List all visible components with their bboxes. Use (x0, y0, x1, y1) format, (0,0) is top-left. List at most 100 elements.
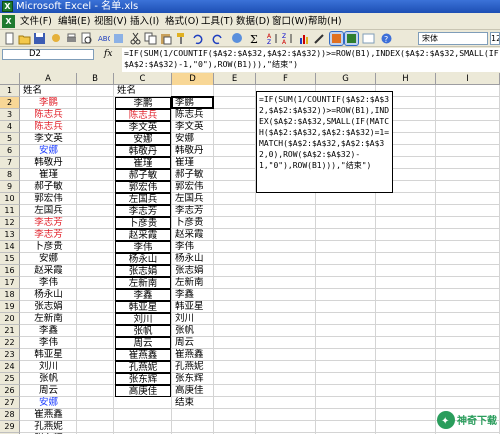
row-header-29[interactable]: 29 (0, 421, 20, 433)
row-header-2[interactable]: 2 (0, 97, 20, 109)
menu-window[interactable]: 窗口(W) (272, 15, 308, 28)
save-icon[interactable] (33, 32, 46, 45)
cell-d9[interactable]: 郭宏伟 (173, 181, 213, 193)
name-box[interactable]: D2 (2, 49, 94, 60)
redo-icon[interactable] (211, 32, 224, 45)
cell-c14[interactable]: 李伟 (115, 241, 171, 253)
cell-c24[interactable]: 孔燕妮 (115, 361, 171, 373)
cell-c5[interactable]: 安娜 (115, 133, 171, 145)
cell-c23[interactable]: 崔燕鑫 (115, 349, 171, 361)
row-header-21[interactable]: 21 (0, 325, 20, 337)
header-cell-c1[interactable]: 姓名 (115, 85, 171, 97)
cell-c3[interactable]: 陈志兵 (115, 109, 171, 121)
cell-d6[interactable]: 韩敬丹 (173, 145, 213, 157)
cell-a2[interactable]: 李鹏 (21, 97, 76, 109)
print-preview-icon[interactable] (80, 32, 93, 45)
row-header-6[interactable]: 6 (0, 145, 20, 157)
cell-c18[interactable]: 李鑫 (115, 289, 171, 301)
row-header-10[interactable]: 10 (0, 193, 20, 205)
cell-d8[interactable]: 郝子敏 (173, 169, 213, 181)
cell-a14[interactable]: 卜彦贵 (21, 241, 76, 253)
cell-c19[interactable]: 韩亚星 (115, 301, 171, 313)
menu-file[interactable]: 文件(F) (20, 15, 52, 28)
cell-d21[interactable]: 张帆 (173, 325, 213, 337)
row-header-24[interactable]: 24 (0, 361, 20, 373)
cell-d11[interactable]: 李志芳 (173, 205, 213, 217)
row-header-22[interactable]: 22 (0, 337, 20, 349)
cell-a25[interactable]: 张帆 (21, 373, 76, 385)
column-header-i[interactable]: I (436, 73, 500, 85)
cell-a21[interactable]: 李鑫 (21, 325, 76, 337)
cell-c10[interactable]: 左国兵 (115, 193, 171, 205)
menu-insert[interactable]: 插入(I) (130, 15, 159, 28)
row-header-19[interactable]: 19 (0, 301, 20, 313)
paste-icon[interactable] (159, 32, 172, 45)
sort-ascending-icon[interactable]: AZ (266, 32, 279, 45)
cell-d26[interactable]: 高庚佳 (173, 385, 213, 397)
cell-a11[interactable]: 左国兵 (21, 205, 76, 217)
cell-c2[interactable]: 李鹏 (115, 97, 171, 109)
cell-a4[interactable]: 陈志兵 (21, 121, 76, 133)
font-name-select[interactable]: 宋体 (418, 32, 488, 45)
header-cell-a1[interactable]: 姓名 (21, 85, 76, 97)
cell-c16[interactable]: 张志娟 (115, 265, 171, 277)
row-header-7[interactable]: 7 (0, 157, 20, 169)
cell-c22[interactable]: 周云 (115, 337, 171, 349)
cell-d20[interactable]: 刘川 (173, 313, 213, 325)
menu-view[interactable]: 视图(V) (94, 15, 127, 28)
row-header-26[interactable]: 26 (0, 385, 20, 397)
print-icon[interactable] (65, 32, 78, 45)
cell-d7[interactable]: 崔瑾 (173, 157, 213, 169)
row-header-18[interactable]: 18 (0, 289, 20, 301)
cell-a19[interactable]: 张志娟 (21, 301, 76, 313)
zoom-icon[interactable] (362, 32, 375, 45)
cell-c4[interactable]: 李文英 (115, 121, 171, 133)
cell-a6[interactable]: 安娜 (21, 145, 76, 157)
insert-function-icon[interactable]: fx (104, 49, 112, 59)
formula-text-box[interactable]: =IF(SUM(1/COUNTIF($A$2:$A$32,$A$2:$A$32)… (256, 91, 393, 193)
cell-a20[interactable]: 左新南 (21, 313, 76, 325)
cell-a12[interactable]: 李志芳 (21, 217, 76, 229)
row-header-11[interactable]: 11 (0, 205, 20, 217)
row-header-23[interactable]: 23 (0, 349, 20, 361)
undo-icon[interactable] (191, 32, 204, 45)
sort-descending-icon[interactable]: ZA (281, 32, 294, 45)
cell-d22[interactable]: 周云 (173, 337, 213, 349)
cell-c11[interactable]: 李志芳 (115, 205, 171, 217)
open-icon[interactable] (18, 32, 31, 45)
cell-c25[interactable]: 张东辉 (115, 373, 171, 385)
research-icon[interactable] (112, 32, 125, 45)
column-header-a[interactable]: A (20, 73, 77, 85)
row-header-13[interactable]: 13 (0, 229, 20, 241)
menu-format[interactable]: 格式(O) (165, 15, 199, 28)
cell-a27[interactable]: 安娜 (21, 397, 76, 409)
cell-d10[interactable]: 左国兵 (173, 193, 213, 205)
cell-c7[interactable]: 崔瑾 (115, 157, 171, 169)
chart-wizard-icon[interactable] (298, 32, 311, 45)
worksheet-grid[interactable]: ABCDEFGHI 1 2 3 4 5 6 7 8 9 10 11 12 13 14 15 16 17 18 19 2… (0, 73, 500, 434)
cell-d24[interactable]: 孔燕妮 (173, 361, 213, 373)
cell-d3[interactable]: 陈志兵 (173, 109, 213, 121)
row-header-5[interactable]: 5 (0, 133, 20, 145)
cell-a23[interactable]: 韩亚星 (21, 349, 76, 361)
cell-d13[interactable]: 赵采霞 (173, 229, 213, 241)
cell-d27[interactable]: 结束 (173, 397, 213, 409)
cell-c8[interactable]: 郝子敏 (115, 169, 171, 181)
row-header-14[interactable]: 14 (0, 241, 20, 253)
row-header-28[interactable]: 28 (0, 409, 20, 421)
cell-a22[interactable]: 李伟 (21, 337, 76, 349)
column-header-c[interactable]: C (114, 73, 172, 85)
help-icon[interactable]: ? (380, 32, 393, 45)
row-header-25[interactable]: 25 (0, 373, 20, 385)
row-header-1[interactable]: 1 (0, 85, 20, 97)
cell-a29[interactable]: 孔燕妮 (21, 421, 76, 433)
cell-d18[interactable]: 李鑫 (173, 289, 213, 301)
hyperlink-icon[interactable] (231, 32, 244, 45)
tool-toggle-icon[interactable] (329, 31, 344, 46)
format-painter-icon[interactable] (174, 32, 187, 45)
cell-a16[interactable]: 赵采霞 (21, 265, 76, 277)
cell-d5[interactable]: 安娜 (173, 133, 213, 145)
cell-a10[interactable]: 郭宏伟 (21, 193, 76, 205)
row-header-17[interactable]: 17 (0, 277, 20, 289)
cell-d12[interactable]: 卜彦贵 (173, 217, 213, 229)
